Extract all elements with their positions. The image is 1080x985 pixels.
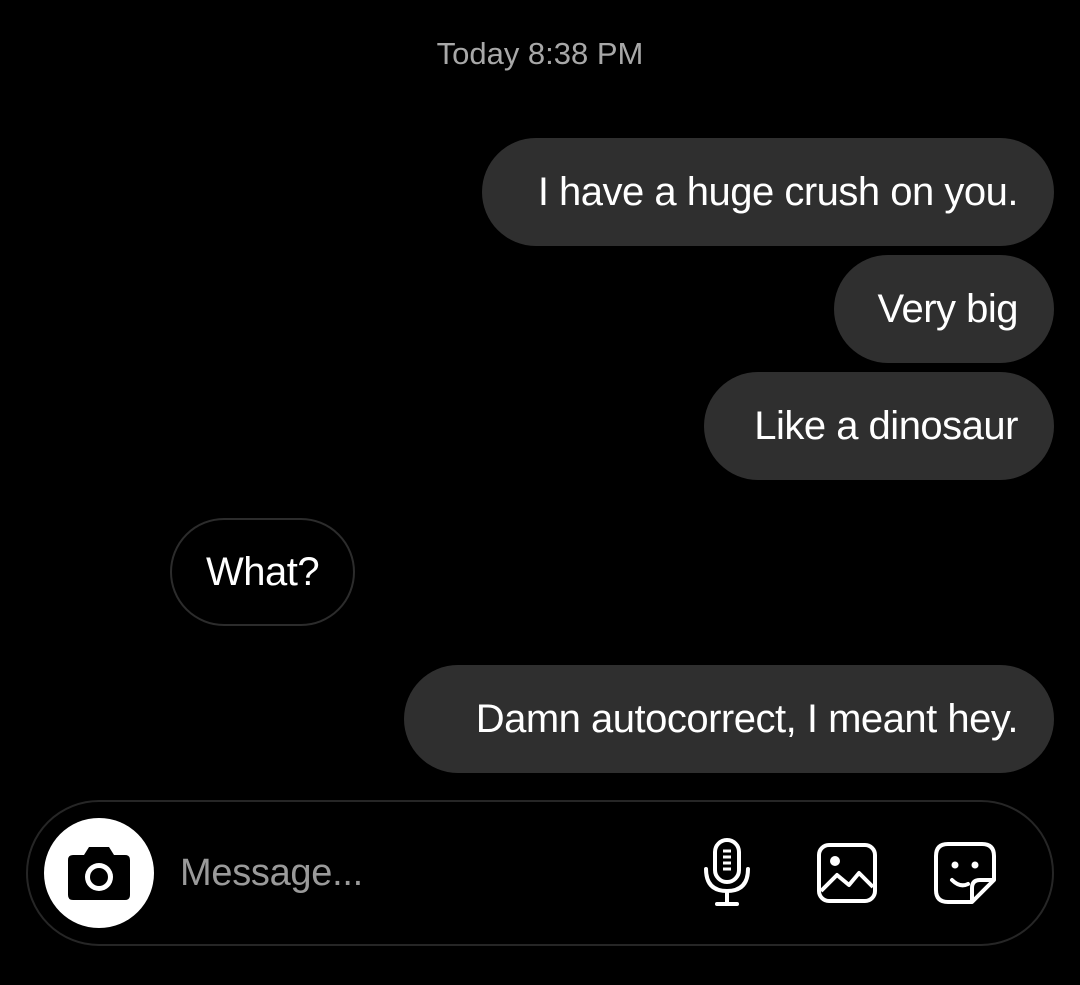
message-input[interactable]: Message... [180,802,363,944]
message-timestamp: Today 8:38 PM [436,36,644,71]
message-text: Very big [877,286,1018,331]
message-text: Damn autocorrect, I meant hey. [475,696,1019,741]
sticker-icon [934,842,996,904]
sent-message-bubble[interactable]: Damn autocorrect, I meant hey. [404,665,1054,773]
sent-message-bubble[interactable]: I have a huge crush on you. [482,138,1054,246]
message-composer: Message... [26,800,1054,946]
gallery-button[interactable] [814,840,880,906]
microphone-button[interactable] [694,838,760,906]
received-message-bubble[interactable]: What? [170,518,355,626]
sticker-button[interactable] [932,840,998,906]
camera-button[interactable] [44,818,154,928]
sent-message-bubble[interactable]: Like a dinosaur [704,372,1054,480]
gallery-icon [817,843,877,903]
sent-message-bubble[interactable]: Very big [834,255,1054,363]
message-text: What? [205,549,320,594]
message-text: I have a huge crush on you. [537,169,1019,214]
microphone-icon [704,838,750,906]
message-text: Like a dinosaur [754,403,1018,448]
camera-icon [68,847,130,900]
